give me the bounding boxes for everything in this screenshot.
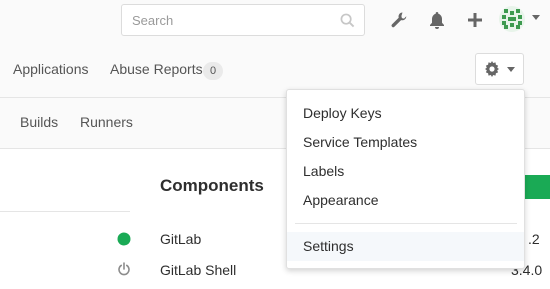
power-icon <box>118 262 130 276</box>
divider <box>0 211 130 212</box>
settings-dropdown-button[interactable] <box>475 53 524 85</box>
abuse-reports-count-badge: 0 <box>203 62 223 80</box>
top-header <box>0 0 550 41</box>
admin-page: Applications Abuse Reports 0 Builds Runn… <box>0 0 550 289</box>
menu-item-deploy-keys[interactable]: Deploy Keys <box>287 99 524 128</box>
menu-item-label: Appearance <box>303 192 379 208</box>
menu-item-settings[interactable]: Settings <box>287 232 524 261</box>
tab-applications[interactable]: Applications <box>13 61 89 77</box>
menu-divider <box>295 223 517 224</box>
menu-item-label: Service Templates <box>303 134 418 150</box>
green-action-button[interactable] <box>523 175 550 199</box>
components-title: Components <box>160 176 264 195</box>
component-name: GitLab Shell <box>160 262 237 278</box>
chevron-down-icon <box>507 67 515 72</box>
tab-runners[interactable]: Runners <box>80 114 133 130</box>
tab-abuse-reports[interactable]: Abuse Reports <box>110 61 203 77</box>
search-icon[interactable] <box>340 13 355 28</box>
menu-item-label: Labels <box>303 163 345 179</box>
chevron-down-icon[interactable] <box>532 15 540 21</box>
tab-builds[interactable]: Builds <box>20 114 58 130</box>
component-version: .2 <box>528 231 540 247</box>
search-input[interactable] <box>122 5 332 35</box>
menu-item-label: Deploy Keys <box>303 105 382 121</box>
status-online-icon <box>117 232 131 246</box>
component-name: GitLab <box>160 231 202 247</box>
wrench-icon[interactable] <box>389 10 409 30</box>
menu-item-appearance[interactable]: Appearance <box>287 186 524 215</box>
gear-icon <box>485 61 499 77</box>
menu-item-label: Settings <box>303 238 354 254</box>
search-box[interactable] <box>121 4 365 36</box>
avatar-identicon <box>499 6 525 32</box>
bell-icon[interactable] <box>427 10 447 30</box>
menu-item-service-templates[interactable]: Service Templates <box>287 128 524 157</box>
avatar[interactable] <box>499 6 525 32</box>
plus-icon[interactable] <box>465 10 485 30</box>
settings-dropdown-menu: Deploy Keys Service Templates Labels App… <box>286 89 525 269</box>
menu-item-labels[interactable]: Labels <box>287 157 524 186</box>
